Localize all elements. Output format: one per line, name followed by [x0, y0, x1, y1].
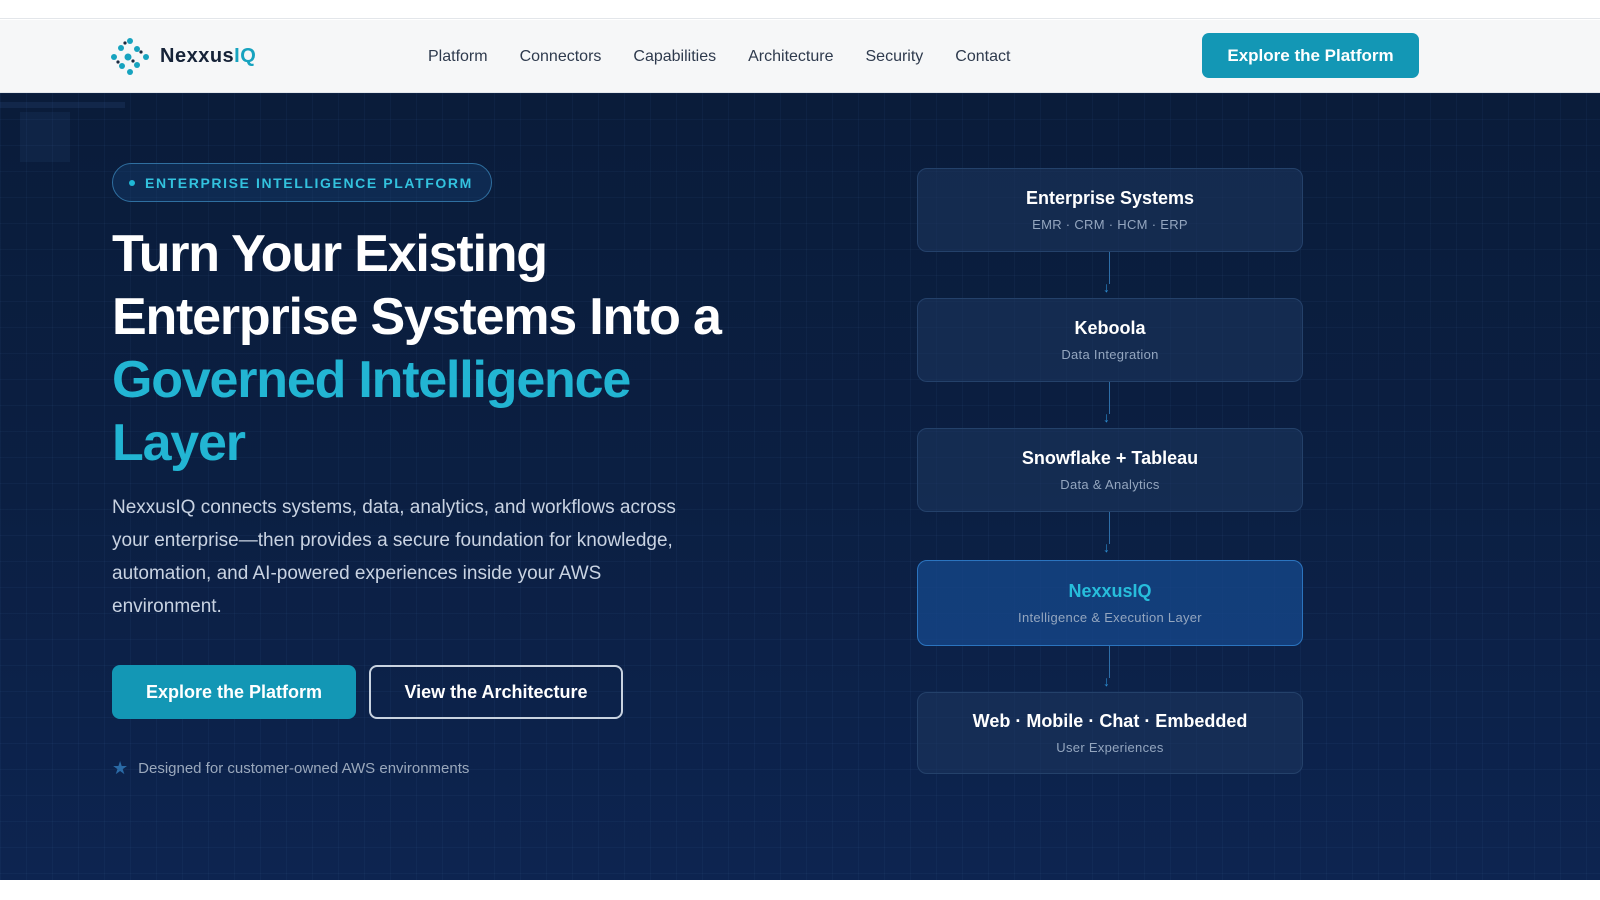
layer-subtitle: Data & Analytics — [1060, 477, 1160, 492]
decorative-square — [20, 112, 70, 162]
headline-accent-2: Layer — [112, 414, 246, 472]
brand-logo[interactable]: NexxusIQ — [110, 35, 256, 77]
layer-title: Keboola — [1074, 318, 1146, 338]
headline-line-2: Enterprise Systems Into a — [112, 288, 722, 346]
layer-subtitle: Intelligence & Execution Layer — [1018, 610, 1202, 625]
layer-nexxusiq: NexxusIQ Intelligence & Execution Layer — [917, 560, 1303, 646]
star-icon: ★ — [112, 758, 129, 778]
arrow-down-icon: ↓ — [1103, 512, 1111, 560]
layer-subtitle: Data Integration — [1061, 347, 1159, 362]
headline-line-1: Turn Your Existing — [112, 225, 548, 283]
layer-enterprise-systems: Enterprise Systems EMR · CRM · HCM · ERP — [917, 168, 1303, 252]
nav-link-architecture[interactable]: Architecture — [748, 48, 833, 66]
arrow-down-icon: ↓ — [1103, 646, 1111, 692]
layer-keboola: Keboola Data Integration — [917, 298, 1303, 382]
layer-subtitle: User Experiences — [1056, 740, 1164, 755]
bottom-strip — [0, 880, 1600, 900]
layer-title: Enterprise Systems — [1025, 188, 1195, 208]
hero-section: ENTERPRISE INTELLIGENCE PLATFORM Turn Yo… — [0, 93, 1600, 880]
arrow-down-icon: ↓ — [1103, 252, 1111, 298]
nav-link-platform[interactable]: Platform — [428, 48, 488, 66]
nav-link-connectors[interactable]: Connectors — [520, 48, 602, 66]
layer-title: Web · Mobile · Chat · Embedded — [972, 711, 1248, 731]
explore-platform-button[interactable]: Explore the Platform — [112, 665, 356, 719]
dot-icon — [129, 179, 135, 186]
layer-title: Snowflake + Tableau — [1021, 448, 1199, 468]
layer-user-experiences: Web · Mobile · Chat · Embedded User Expe… — [917, 692, 1303, 774]
arrow-down-icon: ↓ — [1103, 382, 1111, 428]
layer-title: NexxusIQ — [1068, 581, 1152, 601]
view-architecture-button[interactable]: View the Architecture — [369, 665, 623, 719]
aws-note: ★ Designed for customer-owned AWS enviro… — [112, 759, 469, 777]
aws-note-text: Designed for customer-owned AWS environm… — [138, 759, 470, 777]
top-strip — [0, 0, 1600, 19]
badge-label: ENTERPRISE INTELLIGENCE PLATFORM — [145, 174, 473, 191]
decorative-bar — [0, 102, 125, 108]
layer-snowflake-tableau: Snowflake + Tableau Data & Analytics — [917, 428, 1303, 512]
headline-accent-1: Governed Intelligence — [112, 351, 631, 409]
hero-headline: Turn Your Existing Enterprise Systems In… — [112, 223, 752, 475]
main-nav: Platform Connectors Capabilities Archite… — [428, 20, 1042, 93]
layer-subtitle: EMR · CRM · HCM · ERP — [1032, 217, 1188, 232]
hero-description: NexxusIQ connects systems, data, analyti… — [112, 497, 676, 617]
hero-badge: ENTERPRISE INTELLIGENCE PLATFORM — [112, 163, 492, 202]
nav-link-contact[interactable]: Contact — [955, 48, 1010, 66]
brand-name: NexxusIQ — [160, 44, 257, 67]
network-nodes-icon — [111, 38, 149, 75]
header-explore-button[interactable]: Explore the Platform — [1202, 33, 1419, 78]
nav-link-capabilities[interactable]: Capabilities — [633, 48, 716, 66]
nav-link-security[interactable]: Security — [866, 48, 924, 66]
site-header: NexxusIQ Platform Connectors Capabilitie… — [0, 20, 1600, 93]
